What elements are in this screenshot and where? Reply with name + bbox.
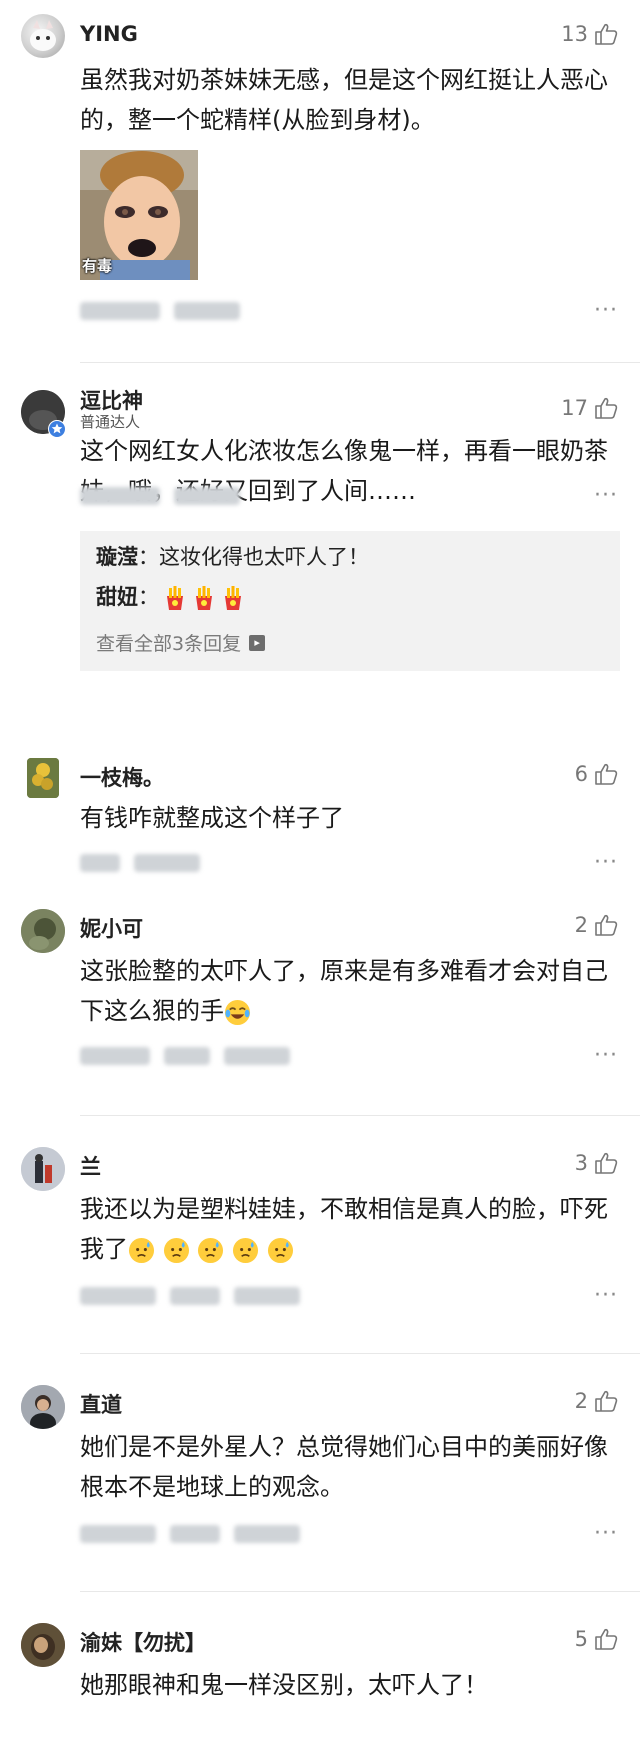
comment-text: 我还以为是塑料娃娃，不敢相信是真人的脸，吓死我了 (80, 1189, 620, 1269)
username[interactable]: 兰 (80, 1151, 101, 1181)
avatar[interactable] (21, 1147, 65, 1191)
thumbs-up-icon (595, 1390, 618, 1412)
sweat-emoji-group (128, 1235, 294, 1263)
comment-meta-blurred (80, 1523, 300, 1545)
divider (80, 1353, 640, 1354)
comment-meta-blurred (80, 485, 240, 507)
username[interactable]: 一枝梅。 (80, 762, 164, 792)
like-count: 13 (561, 22, 588, 46)
reply-author[interactable]: 璇滢 (96, 545, 138, 569)
more-button[interactable]: ··· (594, 1045, 618, 1067)
like-count: 6 (574, 762, 588, 786)
reply-item[interactable]: 璇滢：这妆化得也太吓人了！ (96, 541, 369, 571)
like-button[interactable]: 2 (575, 1389, 618, 1413)
thumbs-up-icon (595, 1628, 618, 1650)
thumbs-up-icon (595, 1152, 618, 1174)
thumbs-up-icon (595, 763, 618, 785)
like-count: 2 (574, 1389, 588, 1413)
comment-text: 虽然我对奶茶妹妹无感，但是这个网红挺让人恶心的，整一个蛇精样(从脸到身材)。 (80, 66, 608, 134)
divider (80, 1591, 640, 1592)
comment-text-body: 这张脸整的太吓人了，原来是有多难看才会对自己下这么狠的手 (80, 957, 608, 1025)
comment-text: 这张脸整的太吓人了，原来是有多难看才会对自己下这么狠的手 (80, 951, 620, 1031)
comment-item: 妮小可 2 这张脸整的太吓人了，原来是有多难看才会对自己下这么狠的手 ··· (0, 897, 640, 1117)
avatar[interactable] (21, 1623, 65, 1667)
comment-text: 她那眼神和鬼一样没区别，太吓人了！ (80, 1671, 488, 1699)
comment-item: YING 13 虽然我对奶茶妹妹无感，但是这个网红挺让人恶心的，整一个蛇精样(从… (0, 0, 640, 363)
sweat-emoji-icon (232, 1237, 258, 1263)
fries-emoji-icon (225, 586, 241, 610)
avatar[interactable] (21, 909, 65, 953)
thumbs-up-icon (595, 397, 618, 419)
sweat-emoji-icon (163, 1237, 189, 1263)
like-count: 3 (574, 1151, 588, 1175)
comment-item: 渝妹【勿扰】 5 她那眼神和鬼一样没区别，太吓人了！ (0, 1611, 640, 1752)
more-button[interactable]: ··· (594, 1285, 618, 1307)
like-count: 17 (561, 396, 588, 420)
comment-item: 逗比神 普通达人 17 这个网红女人化浓妆怎么像鬼一样，再看一眼奶茶妹，哦，还好… (0, 363, 640, 723)
username[interactable]: YING (80, 22, 138, 46)
sweat-emoji-icon (267, 1237, 293, 1263)
like-button[interactable]: 2 (575, 913, 618, 937)
fries-emoji-icon (196, 586, 212, 610)
reply-text: ：这妆化得也太吓人了！ (138, 545, 369, 569)
comment-meta-blurred (80, 1285, 300, 1307)
more-button[interactable]: ··· (594, 852, 618, 874)
reply-item[interactable]: 甜妞： (96, 581, 246, 611)
like-button[interactable]: 13 (561, 22, 618, 46)
comment-meta-blurred (80, 852, 200, 874)
reply-box: 璇滢：这妆化得也太吓人了！ 甜妞： 查看全部3条回复 ▸ (80, 531, 620, 671)
thumbs-up-icon (595, 914, 618, 936)
more-button[interactable]: ··· (594, 1523, 618, 1545)
avatar[interactable] (21, 1385, 65, 1429)
sweat-emoji-icon (128, 1237, 155, 1263)
avatar[interactable] (27, 758, 59, 798)
comment-meta-blurred (80, 300, 240, 322)
comment-item: 一枝梅。 6 有钱咋就整成这个样子了 ··· (0, 740, 640, 880)
like-button[interactable]: 3 (575, 1151, 618, 1175)
sweat-emoji-icon (198, 1237, 224, 1263)
comment-item: 兰 3 我还以为是塑料娃娃，不敢相信是真人的脸，吓死我了 ··· (0, 1135, 640, 1355)
like-button[interactable]: 5 (575, 1627, 618, 1651)
reply-text: ： (138, 585, 159, 609)
fries-emoji-icon (167, 586, 183, 610)
view-all-replies-link[interactable]: 查看全部3条回复 ▸ (96, 629, 266, 656)
arrow-right-icon: ▸ (249, 634, 266, 651)
more-button[interactable]: ··· (594, 300, 618, 322)
username[interactable]: 渝妹【勿扰】 (80, 1627, 206, 1657)
view-all-label: 查看全部3条回复 (96, 633, 242, 655)
username[interactable]: 妮小可 (80, 913, 143, 943)
verified-badge-icon (48, 420, 66, 438)
comment-text: 有钱咋就整成这个样子了 (80, 804, 344, 832)
like-button[interactable]: 6 (575, 762, 618, 786)
like-count: 2 (574, 913, 588, 937)
sticker-caption: 有毒 (82, 257, 113, 275)
more-button[interactable]: ··· (594, 485, 618, 507)
like-button[interactable]: 17 (561, 396, 618, 420)
laughing-tears-emoji-icon (224, 999, 251, 1025)
comment-item: 直道 2 她们是不是外星人？总觉得她们心目中的美丽好像根本不是地球上的观念。 ·… (0, 1373, 640, 1593)
divider (80, 1115, 640, 1116)
sticker-image[interactable]: 有毒 (80, 150, 198, 280)
like-count: 5 (574, 1627, 588, 1651)
comment-meta-blurred (80, 1045, 290, 1067)
comment-text: 她们是不是外星人？总觉得她们心目中的美丽好像根本不是地球上的观念。 (80, 1433, 608, 1501)
username[interactable]: 直道 (80, 1389, 122, 1419)
avatar[interactable] (21, 14, 65, 58)
reply-author[interactable]: 甜妞 (96, 585, 138, 609)
user-badge: 普通达人 (80, 413, 141, 431)
thumbs-up-icon (595, 23, 618, 45)
